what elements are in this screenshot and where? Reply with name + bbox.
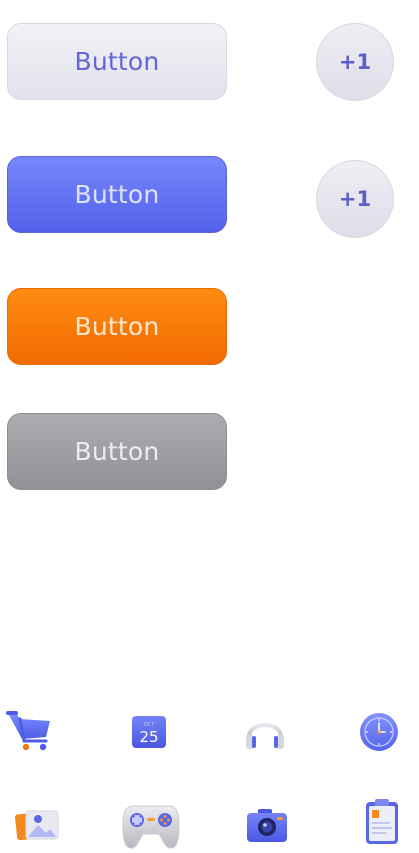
clipboard-icon[interactable]	[362, 798, 402, 846]
calendar-icon[interactable]: OCT 25	[131, 714, 167, 750]
clock-icon[interactable]	[358, 711, 400, 753]
orange-button[interactable]: Button	[7, 288, 227, 365]
calendar-day: 25	[139, 728, 158, 746]
blue-button[interactable]: Button	[7, 156, 227, 233]
gamepad-icon[interactable]	[121, 800, 181, 852]
light-button[interactable]: Button	[7, 23, 227, 100]
plus-one-button-secondary[interactable]: +1	[316, 160, 394, 238]
camera-icon[interactable]	[246, 806, 288, 844]
headphones-icon[interactable]	[244, 711, 286, 753]
plus-one-button[interactable]: +1	[316, 23, 394, 101]
cart-icon[interactable]	[6, 707, 54, 755]
gray-button[interactable]: Button	[7, 413, 227, 490]
photos-icon[interactable]	[14, 805, 62, 845]
